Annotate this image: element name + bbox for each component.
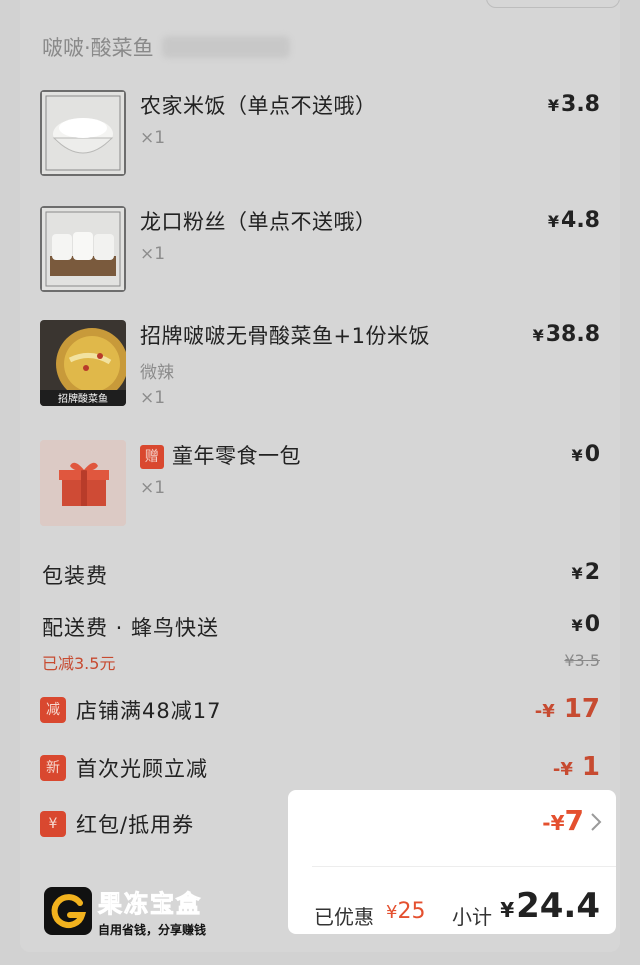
gift-tag: 赠 [140, 445, 164, 469]
packaging-fee-row: 包装费 ¥2 [40, 560, 600, 590]
currency-symbol: ¥ [560, 759, 573, 780]
price-value: 0 [584, 442, 600, 467]
delivery-fee-value: ¥0 [572, 612, 600, 637]
vermicelli-thumbnail [40, 206, 126, 292]
discount-label: 红包/抵用券 [76, 813, 195, 837]
item-name: 招牌啵啵无骨酸菜鱼+1份米饭 [140, 324, 430, 348]
currency-symbol: ¥ [532, 326, 544, 345]
coupon-amount: 7 [564, 804, 584, 837]
divider [312, 866, 616, 867]
subtotal-value: ¥24.4 [500, 886, 600, 926]
fish-dish-thumbnail: 招牌酸菜鱼 [40, 320, 126, 406]
saved-amount: 25 [397, 899, 426, 924]
saved-value: ¥25 [386, 899, 425, 924]
currency-symbol: ¥ [550, 811, 565, 835]
discount-amount: 17 [563, 694, 600, 724]
currency-symbol: ¥ [547, 96, 560, 115]
item-price: ¥4.8 [548, 208, 600, 233]
currency-symbol: ¥ [547, 212, 560, 231]
item-qty: ×1 [140, 128, 166, 148]
currency-symbol: ¥ [571, 446, 583, 465]
currency-symbol: ¥ [571, 564, 583, 583]
saved-label: 已优惠 [314, 905, 374, 929]
first-visit-discount-row[interactable]: 新 首次光顾立减 -¥ 1 [40, 752, 600, 786]
discount-value: -¥ 17 [534, 694, 600, 724]
subtotal-label: 小计 [452, 905, 492, 929]
discount-value: -¥ 1 [552, 752, 600, 782]
delivery-fee-label: 配送费 · 蜂鸟快送 [42, 616, 220, 640]
item-qty: ×1 [140, 244, 166, 264]
item-qty: ×1 [140, 388, 166, 408]
delivery-original-price: ¥3.5 [564, 651, 600, 670]
fee-amount: 2 [584, 560, 600, 585]
price-summary-panel: -¥7 已优惠 ¥25 小计 ¥24.4 [288, 790, 616, 934]
watermark-slogan: 自用省钱，分享赚钱 [98, 923, 207, 937]
blurred-shop-suffix [161, 36, 290, 58]
shop-name-row[interactable]: 啵啵·酸菜鱼 [42, 32, 290, 62]
discount-amount: 1 [581, 752, 600, 782]
item-name: 赠童年零食一包 [140, 440, 301, 470]
item-name: 龙口粉丝（单点不送哦） [140, 210, 377, 234]
list-item[interactable]: 赠童年零食一包 ×1 ¥0 [40, 440, 600, 530]
coupon-row[interactable]: ¥ 红包/抵用券 [40, 808, 280, 842]
item-price: ¥38.8 [533, 322, 600, 347]
currency-symbol: ¥ [386, 902, 398, 923]
shop-name: 啵啵·酸菜鱼 [42, 36, 154, 60]
store-discount-row[interactable]: 减 店铺满48减17 -¥ 17 [40, 694, 600, 728]
list-item[interactable]: 龙口粉丝（单点不送哦） ×1 ¥4.8 [40, 206, 600, 296]
discount-label: 店铺满48减17 [76, 699, 222, 723]
item-name: 农家米饭（单点不送哦） [140, 94, 377, 118]
list-item[interactable]: 农家米饭（单点不送哦） ×1 ¥3.8 [40, 90, 600, 180]
red-packet-icon: ¥ [40, 811, 66, 837]
rice-thumbnail [40, 90, 126, 176]
packaging-fee-label: 包装费 [42, 564, 108, 588]
price-value: 4.8 [561, 208, 600, 233]
chevron-right-icon[interactable] [590, 812, 602, 838]
currency-symbol: ¥ [500, 898, 515, 922]
delivery-fee-row[interactable]: 配送费 · 蜂鸟快送 ¥0 [40, 612, 600, 642]
currency-symbol: ¥ [542, 701, 555, 722]
gift-box-thumbnail [40, 440, 126, 526]
watermark: 果冻宝盒 自用省钱，分享赚钱 [44, 884, 206, 938]
coupon-value[interactable]: -¥7 [542, 804, 584, 837]
list-item[interactable]: 招牌酸菜鱼 招牌啵啵无骨酸菜鱼+1份米饭 微辣 ×1 ¥38.8 [40, 320, 600, 410]
currency-symbol: ¥ [571, 616, 583, 635]
packaging-fee-value: ¥2 [572, 560, 600, 585]
top-button[interactable] [486, 0, 620, 8]
thumb-caption: 招牌酸菜鱼 [58, 392, 108, 405]
price-value: 3.8 [561, 92, 600, 117]
fee-amount: 0 [584, 612, 600, 637]
watermark-title: 果冻宝盒 [97, 890, 202, 919]
item-price: ¥0 [572, 442, 600, 467]
item-price: ¥3.8 [548, 92, 600, 117]
delivery-discount-note: 已减3.5元 [42, 654, 116, 673]
item-spice-option: 微辣 [140, 363, 174, 383]
new-customer-icon: 新 [40, 755, 66, 781]
price-value: 38.8 [545, 322, 600, 347]
subtotal-amount: 24.4 [516, 886, 600, 926]
item-name-text: 童年零食一包 [172, 444, 301, 468]
watermark-logo-icon [44, 887, 92, 935]
discount-tag-icon: 减 [40, 697, 66, 723]
item-qty: ×1 [140, 478, 166, 498]
discount-label: 首次光顾立减 [76, 757, 208, 781]
